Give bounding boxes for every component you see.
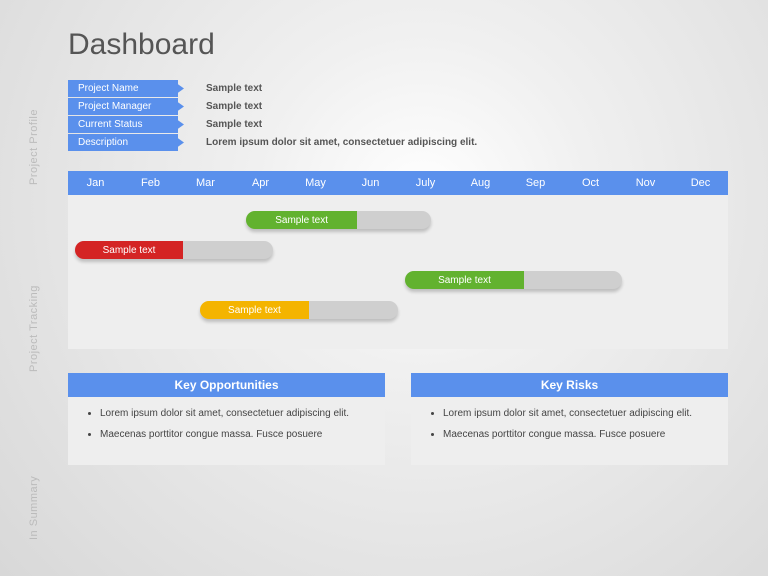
- gantt-bar: Sample text: [405, 271, 623, 289]
- profile-row: Current Status Sample text: [68, 116, 728, 133]
- profile-value: Lorem ipsum dolor sit amet, consectetuer…: [206, 137, 477, 148]
- section-label-profile: Project Profile: [28, 109, 40, 185]
- month-label: Feb: [123, 171, 178, 195]
- list-item: Maecenas porttitor congue massa. Fusce p…: [443, 428, 712, 441]
- gantt-chart: Jan Feb Mar Apr May Jun July Aug Sep Oct…: [68, 171, 728, 349]
- month-label: Sep: [508, 171, 563, 195]
- month-label: Aug: [453, 171, 508, 195]
- gantt-bar-fill: Sample text: [200, 301, 309, 319]
- profile-label: Current Status: [68, 116, 178, 133]
- month-label: Oct: [563, 171, 618, 195]
- month-label: Mar: [178, 171, 233, 195]
- summary-row: Key Opportunities Lorem ipsum dolor sit …: [68, 373, 728, 465]
- gantt-bar-fill: Sample text: [75, 241, 184, 259]
- gantt-bar: Sample text: [200, 301, 398, 319]
- project-profile: Project Name Sample text Project Manager…: [68, 80, 728, 151]
- profile-row: Description Lorem ipsum dolor sit amet, …: [68, 134, 728, 151]
- card-title: Key Opportunities: [68, 373, 385, 397]
- month-label: Apr: [233, 171, 288, 195]
- card-body: Lorem ipsum dolor sit amet, consectetuer…: [411, 397, 728, 465]
- gantt-bar-fill: Sample text: [405, 271, 525, 289]
- list-item: Lorem ipsum dolor sit amet, consectetuer…: [443, 407, 712, 420]
- card-body: Lorem ipsum dolor sit amet, consectetuer…: [68, 397, 385, 465]
- list-item: Lorem ipsum dolor sit amet, consectetuer…: [100, 407, 369, 420]
- profile-label: Description: [68, 134, 178, 151]
- month-label: July: [398, 171, 453, 195]
- profile-row: Project Manager Sample text: [68, 98, 728, 115]
- profile-value: Sample text: [206, 101, 262, 112]
- card-title: Key Risks: [411, 373, 728, 397]
- month-label: Jun: [343, 171, 398, 195]
- gantt-months: Jan Feb Mar Apr May Jun July Aug Sep Oct…: [68, 171, 728, 195]
- profile-value: Sample text: [206, 83, 262, 94]
- gantt-bar: Sample text: [75, 241, 273, 259]
- month-label: May: [288, 171, 343, 195]
- section-label-summary: In Summary: [28, 476, 40, 540]
- profile-label: Project Manager: [68, 98, 178, 115]
- list-item: Maecenas porttitor congue massa. Fusce p…: [100, 428, 369, 441]
- month-label: Dec: [673, 171, 728, 195]
- gantt-canvas: Sample text Sample text Sample text Samp…: [68, 205, 728, 335]
- page-title: Dashboard: [68, 28, 728, 62]
- profile-row: Project Name Sample text: [68, 80, 728, 97]
- profile-value: Sample text: [206, 119, 262, 130]
- month-label: Nov: [618, 171, 673, 195]
- gantt-bar-fill: Sample text: [246, 211, 357, 229]
- card-risks: Key Risks Lorem ipsum dolor sit amet, co…: [411, 373, 728, 465]
- section-label-tracking: Project Tracking: [28, 285, 40, 372]
- card-opportunities: Key Opportunities Lorem ipsum dolor sit …: [68, 373, 385, 465]
- profile-label: Project Name: [68, 80, 178, 97]
- month-label: Jan: [68, 171, 123, 195]
- gantt-bar: Sample text: [246, 211, 431, 229]
